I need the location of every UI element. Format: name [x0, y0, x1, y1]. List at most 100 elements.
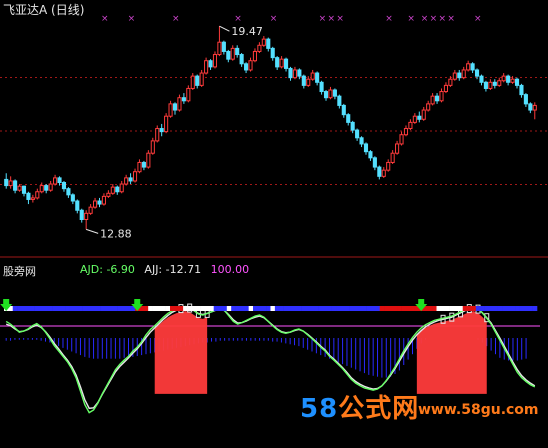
candle-body	[355, 129, 360, 139]
candle-body	[217, 41, 222, 56]
candle-body	[359, 137, 364, 145]
candle-body	[279, 58, 284, 68]
candle-body	[124, 177, 129, 185]
signal-cell	[222, 306, 228, 311]
candle-body	[141, 161, 146, 168]
candle-body	[137, 161, 142, 173]
signal-cell	[502, 306, 507, 311]
low-label: 12.88	[100, 227, 132, 240]
candle-body	[408, 121, 413, 130]
candle-body	[70, 194, 75, 202]
top-marker: ×	[319, 14, 327, 24]
candle-body	[230, 47, 235, 60]
signal-cell	[340, 306, 346, 311]
candle-body	[266, 38, 271, 49]
signal-cell	[178, 306, 184, 311]
chart-stage: 19.47 12.88 × × × × × × × × × × × × × × ×	[0, 0, 548, 444]
signal-cell	[344, 306, 350, 311]
chart-svg: 19.4712.88× × × × × × × × × × × × × × ×	[0, 14, 548, 414]
candle-body	[66, 188, 71, 196]
candle-body	[435, 95, 440, 102]
signal-cell	[12, 306, 18, 311]
candle-body	[39, 185, 44, 193]
signal-cell	[519, 306, 525, 311]
candle-body	[48, 183, 53, 191]
candle-body	[403, 128, 409, 136]
candle-body	[244, 63, 249, 71]
candle-body	[35, 191, 40, 199]
candle-body	[235, 47, 240, 56]
signal-cell	[314, 306, 319, 311]
candle-body	[199, 72, 204, 86]
top-marker: ×	[430, 14, 438, 24]
candle-body	[488, 81, 493, 89]
low-pointer	[86, 228, 99, 234]
signal-cell	[25, 306, 31, 311]
extra-value: 100.00	[210, 263, 250, 276]
candle-body	[226, 50, 231, 60]
candle-body	[181, 97, 186, 102]
signal-cell	[453, 306, 459, 311]
signal-cell	[318, 306, 324, 311]
signal-cell	[370, 306, 376, 311]
candle-body	[417, 115, 422, 120]
candle-body	[519, 84, 524, 96]
signal-cell	[480, 306, 485, 311]
candle-body	[479, 75, 484, 83]
candle-body	[101, 195, 106, 205]
signal-cell	[231, 306, 236, 311]
ajd-label: AJD:	[80, 263, 107, 276]
candle-body	[483, 81, 488, 89]
candle-body	[146, 152, 151, 168]
candle-body	[301, 75, 306, 86]
candle-body	[92, 200, 98, 208]
candle-body	[159, 128, 164, 133]
signal-cell	[152, 306, 158, 311]
signal-cell	[87, 306, 92, 311]
signal-cell	[467, 306, 472, 311]
candle-body	[164, 115, 169, 133]
signal-cell	[183, 306, 188, 311]
candle-body	[510, 78, 515, 83]
signal-cell	[349, 306, 354, 311]
signal-cell	[196, 306, 201, 311]
candle-body	[79, 209, 84, 220]
candle-body	[399, 134, 404, 145]
candle-body	[506, 75, 511, 83]
candle-body	[252, 50, 258, 62]
candle-body	[190, 75, 195, 89]
top-marker: ×	[421, 14, 429, 24]
signal-cell	[362, 306, 367, 311]
top-marker: ×	[474, 14, 482, 24]
signal-cell	[95, 306, 101, 311]
signal-cell	[532, 306, 538, 311]
candle-body	[195, 75, 200, 86]
signal-cell	[38, 306, 44, 311]
top-marker: ×	[101, 14, 109, 24]
signal-cell	[493, 306, 498, 311]
signal-cell	[309, 306, 315, 311]
candle-body	[386, 161, 391, 171]
candle-body	[204, 60, 209, 74]
candle-body	[292, 69, 297, 79]
candle-body	[523, 94, 528, 105]
signal-cell	[440, 306, 446, 311]
signal-cell	[515, 306, 520, 311]
candle-body	[257, 44, 262, 52]
candle-body	[315, 72, 320, 83]
candle-body	[390, 152, 395, 163]
signal-cell	[126, 306, 131, 311]
candle-body	[319, 81, 324, 93]
signal-cell	[436, 306, 442, 311]
candle-body	[306, 78, 311, 86]
ajd-readout: AJD: -6.90	[80, 263, 135, 276]
candle-body	[275, 57, 280, 68]
candle-body	[106, 192, 111, 197]
signal-cell	[187, 306, 193, 311]
candle-body	[310, 72, 315, 80]
candle-body	[377, 166, 382, 177]
signal-cell	[65, 306, 70, 311]
signal-cell	[204, 306, 210, 311]
signal-cell	[283, 306, 289, 311]
candle-body	[426, 103, 431, 111]
